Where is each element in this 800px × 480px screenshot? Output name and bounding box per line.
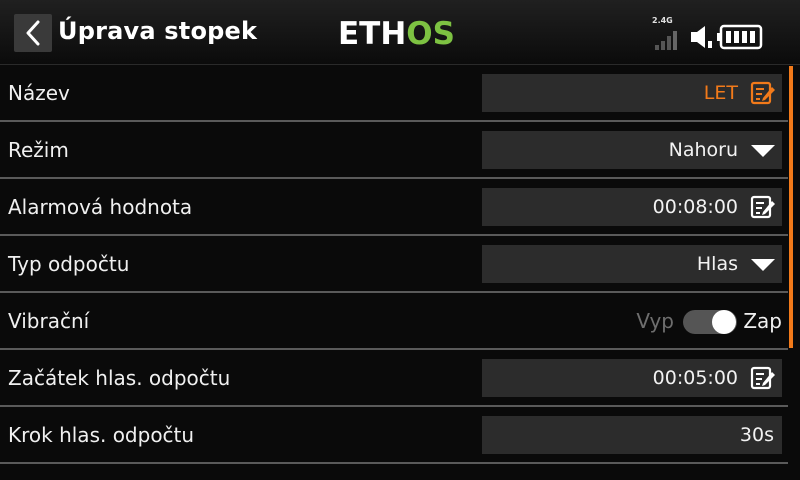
page-title: Úprava stopek bbox=[58, 17, 258, 45]
field-value: 00:05:00 bbox=[652, 367, 738, 389]
row-label: Alarmová hodnota bbox=[8, 195, 193, 219]
field-value: Nahoru bbox=[668, 139, 738, 161]
row-krok: Krok hlas. odpočtu 30s bbox=[0, 407, 788, 464]
row-label: Typ odpočtu bbox=[8, 252, 130, 276]
chevron-left-icon bbox=[26, 20, 40, 46]
header-bar: Úprava stopek ETHOS 2.4G bbox=[0, 0, 800, 65]
name-field[interactable]: LET bbox=[482, 74, 782, 112]
edit-icon[interactable] bbox=[750, 195, 776, 219]
back-button[interactable] bbox=[14, 14, 52, 52]
countdown-type-dropdown[interactable]: Hlas bbox=[482, 245, 782, 283]
row-zacatek: Začátek hlas. odpočtu 00:05:00 bbox=[0, 350, 788, 407]
row-alarm: Alarmová hodnota 00:08:00 bbox=[0, 179, 788, 236]
row-label: Krok hlas. odpočtu bbox=[8, 423, 195, 447]
scrollbar[interactable] bbox=[789, 66, 793, 348]
field-value: LET bbox=[703, 82, 738, 104]
signal-strength-icon bbox=[655, 28, 685, 50]
settings-list: Název LET Režim Nahoru Alarmová hodnota … bbox=[0, 65, 788, 464]
row-label: Režim bbox=[8, 138, 69, 162]
toggle-off-label: Vyp bbox=[636, 309, 674, 333]
toggle-on-label: Zap bbox=[743, 309, 782, 333]
edit-icon[interactable] bbox=[750, 366, 776, 390]
dropdown-arrow-icon bbox=[751, 145, 775, 157]
vibration-toggle[interactable] bbox=[683, 310, 737, 334]
rf-band-label: 2.4G bbox=[652, 16, 673, 25]
row-label: Vibrační bbox=[8, 309, 90, 333]
field-value: 30s bbox=[739, 424, 774, 446]
edit-icon[interactable] bbox=[750, 81, 776, 105]
countdown-start-field[interactable]: 00:05:00 bbox=[482, 359, 782, 397]
field-value: Hlas bbox=[696, 253, 738, 275]
speaker-icon bbox=[691, 26, 712, 48]
row-typ-odpoctu: Typ odpočtu Hlas bbox=[0, 236, 788, 293]
row-vibracni: Vibrační Vyp Zap bbox=[0, 293, 788, 350]
mode-dropdown[interactable]: Nahoru bbox=[482, 131, 782, 169]
row-nazev: Název LET bbox=[0, 65, 788, 122]
row-label: Začátek hlas. odpočtu bbox=[8, 366, 231, 390]
row-rezim: Režim Nahoru bbox=[0, 122, 788, 179]
toggle-knob bbox=[712, 310, 736, 334]
battery-icon bbox=[717, 24, 763, 50]
status-area: 2.4G bbox=[652, 14, 782, 50]
alarm-value-field[interactable]: 00:08:00 bbox=[482, 188, 782, 226]
dropdown-arrow-icon bbox=[751, 259, 775, 271]
field-value: 00:08:00 bbox=[652, 196, 738, 218]
row-label: Název bbox=[8, 81, 70, 105]
ethos-logo: ETHOS bbox=[338, 16, 455, 52]
countdown-step-field[interactable]: 30s bbox=[482, 416, 782, 454]
